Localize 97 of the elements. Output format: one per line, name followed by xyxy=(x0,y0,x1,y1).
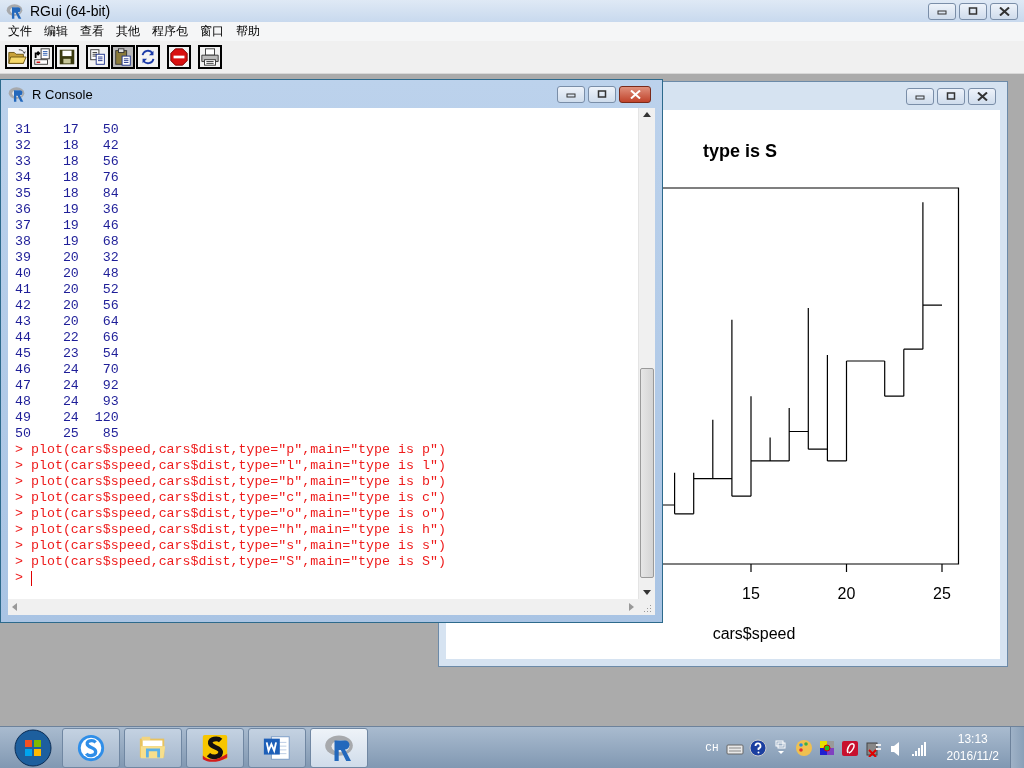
swirl-logo-icon xyxy=(840,738,859,757)
console-command: > plot(cars$speed,cars$dist,type="c",main="type is c") xyxy=(15,490,446,506)
tick-label: 20 xyxy=(837,585,856,602)
tick-mark xyxy=(845,563,848,573)
plot-title: type is S xyxy=(703,141,777,161)
console-output: 36 19 36 xyxy=(15,202,119,218)
console-output: 50 25 85 xyxy=(15,426,119,442)
toolbar-button[interactable] xyxy=(198,45,222,69)
maximize-button[interactable] xyxy=(959,2,987,20)
console-output: 38 19 68 xyxy=(15,234,119,250)
r-logo-icon xyxy=(6,3,24,19)
r-logo-icon xyxy=(324,732,354,763)
console-output: 34 18 76 xyxy=(15,170,119,186)
console-command: > plot(cars$speed,cars$dist,type="h",main="type is h") xyxy=(15,522,446,538)
scrollbar-thumb[interactable] xyxy=(640,368,654,578)
minimize-icon xyxy=(566,90,576,98)
console-output: 33 18 56 xyxy=(15,154,119,170)
close-icon xyxy=(998,6,1010,16)
menu-item[interactable]: 窗口 xyxy=(194,23,230,40)
tick-mark xyxy=(750,563,752,573)
console-output: 32 18 42 xyxy=(15,138,119,154)
console-output: 35 18 84 xyxy=(15,186,119,202)
window-title: RGui (64-bit) xyxy=(30,3,111,19)
tray-icon[interactable] xyxy=(748,738,767,757)
console-command: > plot(cars$speed,cars$dist,type="l",main="type is l") xyxy=(15,458,446,474)
toolbar-button[interactable] xyxy=(86,45,110,69)
stop-sign-icon xyxy=(169,47,189,67)
console-output: 43 20 64 xyxy=(15,314,119,330)
axis-label: cars$speed xyxy=(712,625,796,642)
close-button[interactable] xyxy=(990,2,1018,20)
maximize-icon xyxy=(968,7,978,15)
open-folder-icon xyxy=(7,47,27,67)
toolbar-button[interactable] xyxy=(5,45,29,69)
maximize-icon xyxy=(946,92,956,100)
text-cursor xyxy=(31,570,32,586)
copy-icon xyxy=(88,47,108,67)
close-button[interactable] xyxy=(619,85,651,103)
console-prompt: > xyxy=(15,570,23,586)
toolbar-button[interactable] xyxy=(167,45,191,69)
console-output: 49 24 120 xyxy=(15,410,119,426)
scroll-down-icon[interactable] xyxy=(643,590,651,595)
scroll-up-icon[interactable] xyxy=(643,112,651,117)
console-command: > plot(cars$speed,cars$dist,type="o",main="type is o") xyxy=(15,506,446,522)
console-output: 41 20 52 xyxy=(15,282,119,298)
tick-label: 25 xyxy=(933,585,951,602)
tray-icon[interactable] xyxy=(840,738,859,757)
printer-icon xyxy=(200,47,220,67)
maximize-button[interactable] xyxy=(588,85,616,103)
color-grid-icon xyxy=(817,738,836,757)
console-output: 39 20 32 xyxy=(15,250,119,266)
console-output: 37 19 46 xyxy=(15,218,119,234)
clock-time: 13:13 xyxy=(957,730,988,748)
toolbar-button[interactable] xyxy=(136,45,160,69)
vertical-scrollbar[interactable] xyxy=(638,108,655,599)
r-logo-icon xyxy=(8,86,26,102)
menu-item[interactable]: 查看 xyxy=(74,23,110,40)
minimize-icon xyxy=(915,92,925,100)
menu-item[interactable]: 帮助 xyxy=(230,23,266,40)
taskbar-button[interactable] xyxy=(186,727,244,768)
maximize-button[interactable] xyxy=(937,87,965,105)
console-output: 47 24 92 xyxy=(15,378,119,394)
s-logo-icon xyxy=(76,732,106,763)
clock-date: 2016/11/2 xyxy=(946,747,999,765)
taskbar-button[interactable] xyxy=(248,727,306,768)
toolbar-button[interactable] xyxy=(111,45,135,69)
window-title: R Console xyxy=(32,86,93,102)
close-button[interactable] xyxy=(968,87,996,105)
console-command: > plot(cars$speed,cars$dist,type="b",main="type is b") xyxy=(15,474,446,490)
console-command: > plot(cars$speed,cars$dist,type="p",main="type is p") xyxy=(15,442,446,458)
clipboard-icon xyxy=(113,47,133,67)
console-command: > plot(cars$speed,cars$dist,type="s",main="type is s") xyxy=(15,538,446,554)
toolbar-button[interactable] xyxy=(55,45,79,69)
toolbar-button[interactable] xyxy=(30,45,54,69)
close-icon xyxy=(629,89,641,99)
s-letter-icon xyxy=(200,732,230,763)
tray-icon[interactable] xyxy=(817,738,836,757)
size-grip-icon[interactable] xyxy=(643,604,652,613)
menu-item[interactable]: 其他 xyxy=(110,23,146,40)
load-file-icon xyxy=(32,47,52,67)
tick-mark xyxy=(941,563,943,573)
console-output: 42 20 56 xyxy=(15,298,119,314)
tick-label: 15 xyxy=(742,585,760,602)
console-output: 48 24 93 xyxy=(15,394,119,410)
menu-item[interactable]: 编辑 xyxy=(38,23,74,40)
console-command: > plot(cars$speed,cars$dist,type="S",main="type is S") xyxy=(15,554,446,570)
close-icon xyxy=(976,91,988,101)
minimize-icon xyxy=(937,7,947,15)
maximize-icon xyxy=(597,90,607,98)
palette-icon xyxy=(794,738,813,757)
menu-item[interactable]: 程序包 xyxy=(146,23,194,40)
console-output: 40 20 48 xyxy=(15,266,119,282)
console-output: 44 22 66 xyxy=(15,330,119,346)
console-output: 31 17 50 xyxy=(15,122,119,138)
console-output: 45 23 54 xyxy=(15,346,119,362)
menu-item[interactable]: 文件 xyxy=(2,23,38,40)
console-output: 46 24 70 xyxy=(15,362,119,378)
help-icon xyxy=(748,738,767,757)
